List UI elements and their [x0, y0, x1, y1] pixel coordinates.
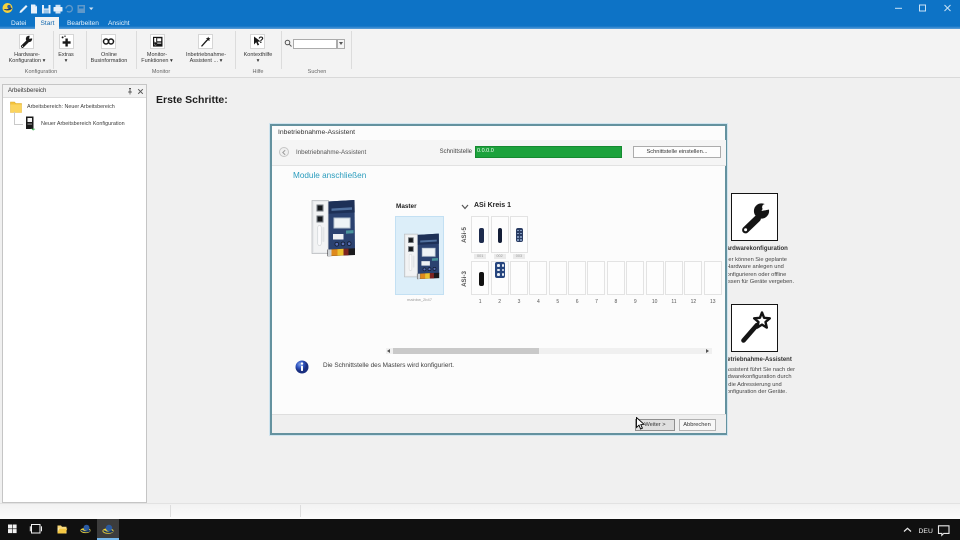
svg-text:?: ? [258, 35, 264, 45]
svg-text:DEU: DEU [919, 528, 933, 535]
